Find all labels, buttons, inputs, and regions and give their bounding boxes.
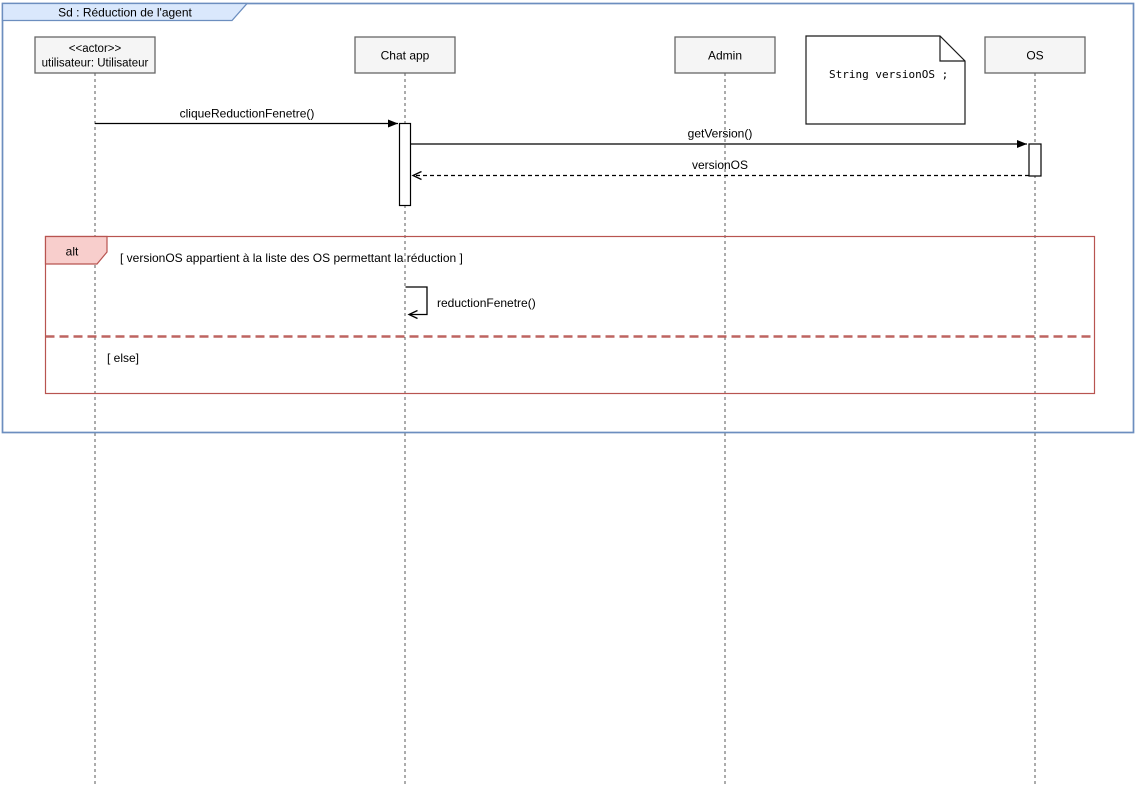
participant-chat-app: Chat app [355, 37, 455, 73]
participant-utilisateur-name: utilisateur: Utilisateur [42, 58, 149, 70]
alt-guard-if: [ versionOS appartient à la liste des OS… [120, 251, 463, 265]
participant-admin: Admin [675, 37, 775, 73]
message-getVersion-label: getVersion() [688, 127, 753, 141]
participant-admin-name: Admin [708, 49, 742, 63]
participant-chat-app-name: Chat app [381, 49, 430, 63]
frame-title: Sd : Réduction de l'agent [58, 6, 192, 20]
participant-os: OS [985, 37, 1085, 73]
message-versionOS-label: versionOS [692, 158, 748, 172]
participant-os-name: OS [1026, 49, 1043, 63]
participant-utilisateur: <<actor>> utilisateur: Utilisateur [35, 37, 155, 73]
note-text: String versionOS ; [829, 68, 948, 81]
alt-fragment: alt [ versionOS appartient à la liste de… [46, 237, 1095, 394]
alt-operator-label: alt [66, 245, 79, 259]
message-reductionFenetre-label: reductionFenetre() [437, 296, 536, 310]
sequence-diagram-canvas: Sd : Réduction de l'agent <<actor>> util… [0, 0, 1136, 786]
note: String versionOS ; [806, 36, 965, 124]
message-reductionFenetre-line [406, 287, 428, 315]
message-cliqueReductionFenetre-label: cliqueReductionFenetre() [180, 107, 315, 121]
participant-utilisateur-stereotype: <<actor>> [69, 43, 122, 55]
activation-os [1029, 144, 1041, 176]
activation-chat-app [400, 124, 411, 206]
alt-guard-else: [ else] [107, 351, 139, 365]
